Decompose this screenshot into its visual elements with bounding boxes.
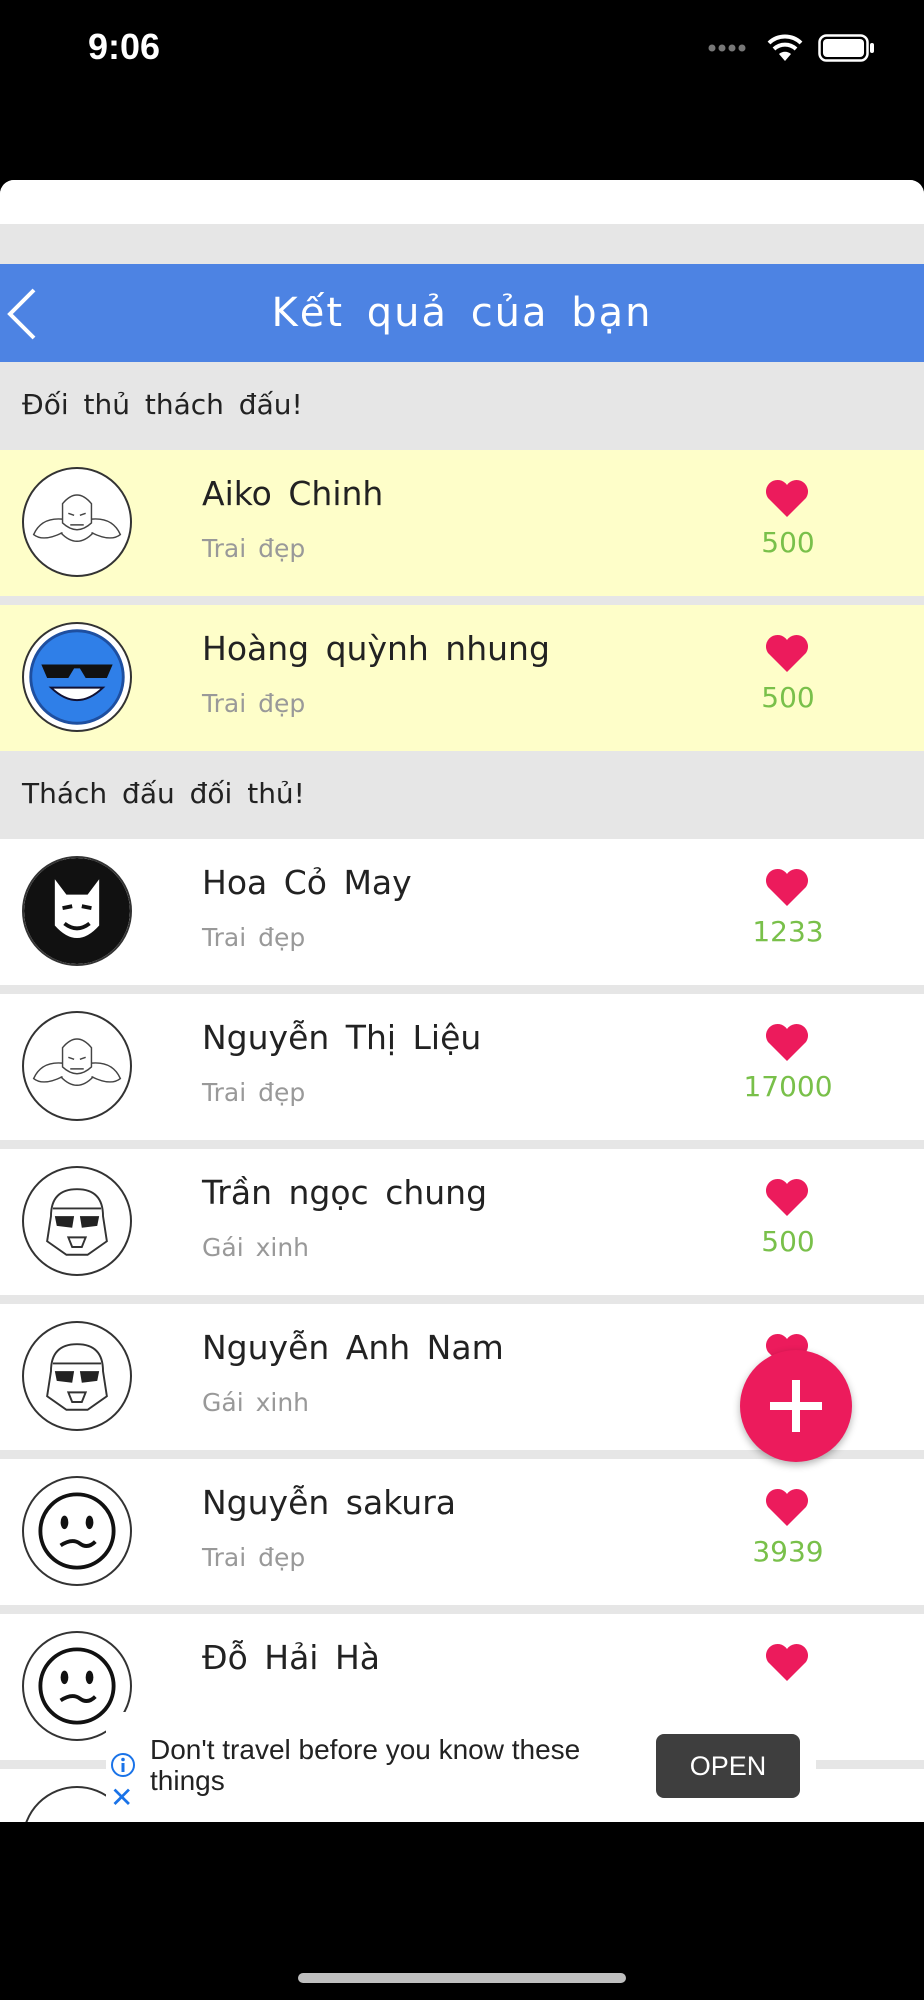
player-name: Trần ngọc chung [202,1173,488,1212]
player-score: 17000 [743,1070,833,1103]
ad-text: Don't travel before you know these thing… [150,1734,581,1796]
home-indicator[interactable] [298,1973,626,1983]
section-header-challengers: Đối thủ thách đấu! [0,362,924,450]
sheet-top-bar [0,180,924,224]
player-name: Nguyễn sakura [202,1483,456,1522]
result-sheet: Kết quả của bạn Đối thủ thách đấu! Aiko … [0,180,924,1822]
player-name: Hoa Cỏ May [202,863,412,902]
heart-icon [765,479,809,517]
player-subtitle: Trai đẹp [202,534,306,563]
list-item[interactable]: Aiko Chinh Trai đẹp 500 [0,450,924,596]
list-item[interactable]: Nguyễn sakura Trai đẹp 3939 [0,1459,924,1605]
player-subtitle: Gái xinh [202,1233,310,1262]
mask-avatar [22,856,132,966]
close-icon[interactable]: ✕ [110,1784,133,1812]
heart-icon [765,1488,809,1526]
player-score: 500 [761,1225,815,1258]
hulk-avatar [22,1011,132,1121]
hulk-avatar [22,467,132,577]
stormtrooper-avatar [22,1321,132,1431]
heart-icon [765,1643,809,1681]
page-title: Kết quả của bạn [271,290,653,336]
player-name: Đỗ Hải Hà [202,1638,380,1677]
battery-icon [818,34,874,62]
section-title: Đối thủ thách đấu! [22,388,303,421]
add-fab-button[interactable] [740,1350,852,1462]
stormtrooper-avatar [22,1166,132,1276]
player-subtitle: Gái xinh [202,1388,310,1417]
player-score: 3939 [752,1535,824,1568]
list-item[interactable]: Hoàng quỳnh nhung Trai đẹp 500 [0,605,924,751]
list-item[interactable]: Hoa Cỏ May Trai đẹp 1233 [0,839,924,985]
status-icons [708,34,876,62]
player-name: Aiko Chinh [202,474,384,513]
status-time: 9:06 [88,26,161,67]
signal-icon [708,44,746,52]
header-bar: Kết quả của bạn [0,264,924,362]
player-name: Nguyễn Anh Nam [202,1328,504,1367]
smiley-avatar [22,1476,132,1586]
player-subtitle: Trai đẹp [202,689,306,718]
wifi-icon [767,34,803,61]
list-item[interactable]: Nguyễn Thị Liệu Trai đẹp 17000 [0,994,924,1140]
player-score: 500 [761,526,815,559]
blue-sunglasses-smiley-avatar [22,622,132,732]
section-title: Thách đấu đối thủ! [22,777,305,810]
player-score: 1233 [752,915,824,948]
status-bar: 9:06 [0,0,924,100]
ad-open-button[interactable]: OPEN [656,1734,800,1798]
player-score: 500 [761,681,815,714]
player-name: Nguyễn Thị Liệu [202,1018,482,1057]
info-icon[interactable] [110,1752,136,1778]
list-item[interactable]: Trần ngọc chung Gái xinh 500 [0,1149,924,1295]
section-header-opponents: Thách đấu đối thủ! [0,751,924,839]
player-name: Hoàng quỳnh nhung [202,629,550,668]
player-subtitle: Trai đẹp [202,1543,306,1572]
player-subtitle: Trai đẹp [202,923,306,952]
heart-icon [765,634,809,672]
heart-icon [765,1023,809,1061]
heart-icon [765,1178,809,1216]
ad-banner[interactable]: ✕ Don't travel before you know these thi… [106,1712,816,1822]
player-subtitle: Trai đẹp [202,1078,306,1107]
heart-icon [765,868,809,906]
